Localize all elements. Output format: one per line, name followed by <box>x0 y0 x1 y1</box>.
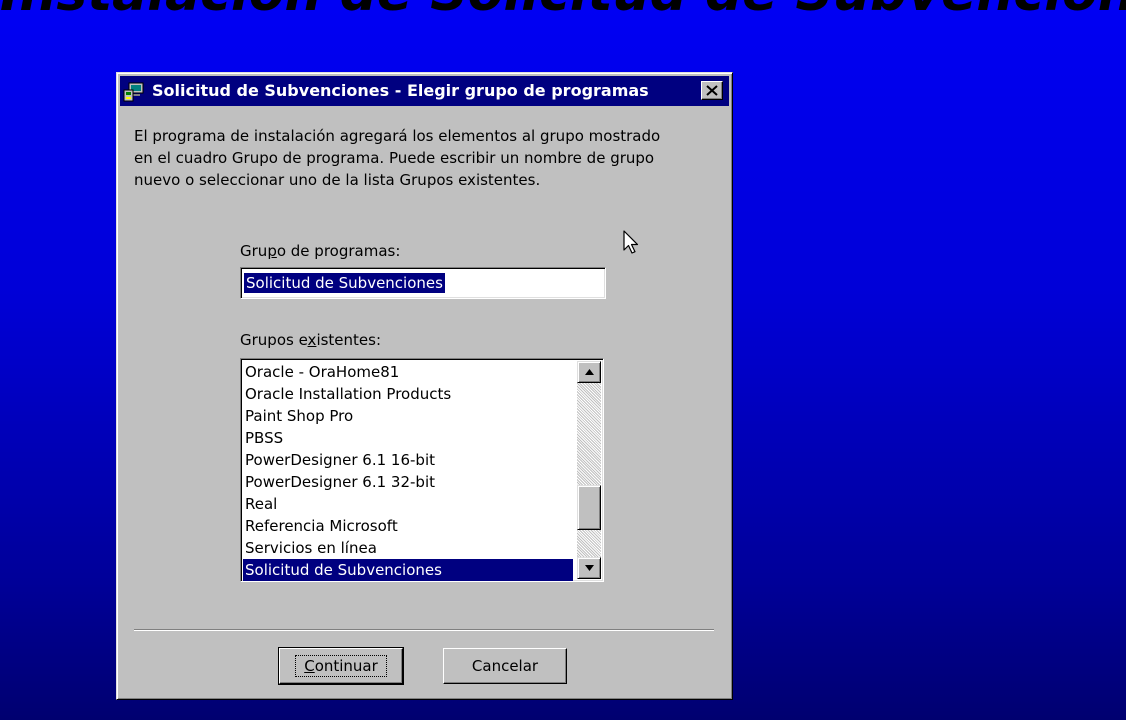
instructions-line: en el cuadro Grupo de programa. Puede es… <box>134 149 655 167</box>
list-item[interactable]: Solicitud de Subvenciones <box>243 559 573 581</box>
listbox-scrollbar[interactable] <box>577 361 601 579</box>
list-item[interactable]: Real <box>243 493 573 515</box>
scroll-down-button[interactable] <box>577 557 601 579</box>
program-group-input[interactable]: Solicitud de Subvenciones <box>240 267 606 299</box>
program-group-input-value: Solicitud de Subvenciones <box>244 273 445 293</box>
instructions-line: nuevo o seleccionar uno de la lista Grup… <box>134 171 541 189</box>
dialog-title: Solicitud de Subvenciones - Elegir grupo… <box>152 81 649 100</box>
existing-groups-listbox[interactable]: Oracle - OraHome81 Oracle Installation Pr… <box>240 358 604 582</box>
cancel-button-label: Cancelar <box>471 657 539 675</box>
existing-groups-items: Oracle - OraHome81 Oracle Installation Pr… <box>243 361 573 581</box>
scroll-up-button[interactable] <box>577 361 601 383</box>
installer-banner-title: Instalación de Solicitud de Subvenciones <box>0 0 1126 16</box>
continue-button[interactable]: Continuar <box>278 647 404 685</box>
list-item[interactable]: Paint Shop Pro <box>243 405 573 427</box>
list-item[interactable]: PBSS <box>243 427 573 449</box>
triangle-up-icon <box>585 369 594 375</box>
close-x-icon <box>706 85 718 96</box>
instructions-line: El programa de instalación agregará los … <box>134 127 661 145</box>
instructions-text: El programa de instalación agregará los … <box>134 125 724 191</box>
list-item[interactable]: Oracle Installation Products <box>243 383 573 405</box>
list-item[interactable]: Oracle - OraHome81 <box>243 361 573 383</box>
list-item[interactable]: Referencia Microsoft <box>243 515 573 537</box>
setup-computer-icon <box>123 82 145 102</box>
program-group-label: Grupo de programas: <box>240 242 401 260</box>
triangle-down-icon <box>585 565 594 571</box>
mouse-pointer-icon <box>623 230 639 260</box>
cancel-button[interactable]: Cancelar <box>443 648 567 684</box>
button-separator <box>134 629 714 631</box>
scrollbar-thumb[interactable] <box>577 485 601 530</box>
list-item[interactable]: PowerDesigner 6.1 32-bit <box>243 471 573 493</box>
close-button[interactable] <box>701 81 723 100</box>
dialog-titlebar[interactable]: Solicitud de Subvenciones - Elegir grupo… <box>120 76 729 106</box>
list-item[interactable]: PowerDesigner 6.1 16-bit <box>243 449 573 471</box>
existing-groups-label: Grupos existentes: <box>240 331 382 349</box>
list-item[interactable]: Servicios en línea <box>243 537 573 559</box>
continue-button-label: Continuar <box>295 655 387 677</box>
program-group-dialog: Solicitud de Subvenciones - Elegir grupo… <box>116 72 733 700</box>
